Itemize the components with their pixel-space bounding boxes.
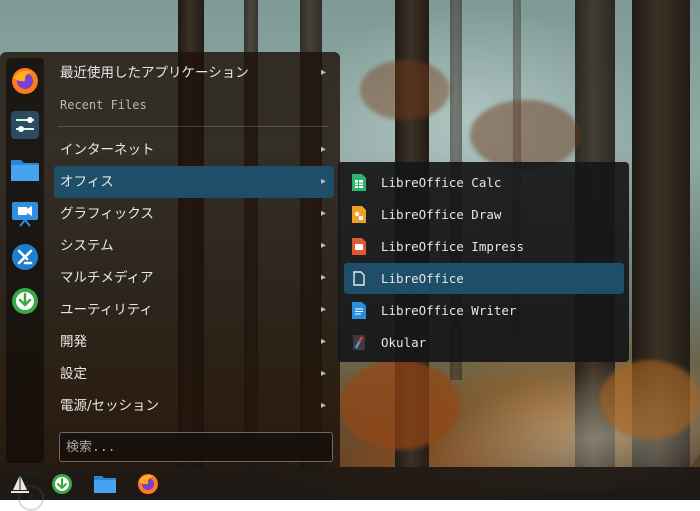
writer-icon <box>352 302 366 319</box>
submenu-item-writer[interactable]: LibreOffice Writer <box>344 295 624 326</box>
chevron-right-icon: ▸ <box>320 304 326 315</box>
presentation-icon[interactable] <box>10 198 40 228</box>
category-graphics[interactable]: グラフィックス ▸ <box>54 198 334 230</box>
category-power-session[interactable]: 電源/セッション ▸ <box>54 390 334 422</box>
update-icon[interactable] <box>50 472 74 496</box>
submenu-item-okular[interactable]: Okular <box>344 327 624 358</box>
category-label: オフィス <box>60 174 114 190</box>
submenu-item-label: LibreOffice Draw <box>381 207 502 222</box>
file-manager-icon[interactable] <box>93 472 117 496</box>
taskbar <box>0 467 700 500</box>
category-label: 最近使用したアプリケーション <box>60 65 249 81</box>
firefox-icon[interactable] <box>136 472 160 496</box>
chevron-right-icon: ▸ <box>320 67 326 78</box>
chevron-right-icon: ▸ <box>320 208 326 219</box>
update-icon[interactable] <box>10 286 40 316</box>
category-system[interactable]: システム ▸ <box>54 230 334 262</box>
submenu-item-label: Okular <box>381 335 427 350</box>
chevron-right-icon: ▸ <box>320 272 326 283</box>
calc-icon <box>352 174 366 191</box>
chevron-right-icon: ▸ <box>320 368 326 379</box>
recent-files-label[interactable]: Recent Files <box>60 98 147 112</box>
category-label: システム <box>60 238 114 254</box>
category-settings[interactable]: 設定 ▸ <box>54 358 334 390</box>
category-multimedia[interactable]: マルチメディア ▸ <box>54 262 334 294</box>
submenu-item-label: LibreOffice Calc <box>381 175 502 190</box>
category-label: インターネット <box>60 142 155 158</box>
submenu-item-label: LibreOffice Impress <box>381 239 524 254</box>
submenu-item-calc[interactable]: LibreOffice Calc <box>344 167 624 198</box>
settings-icon[interactable] <box>10 110 40 140</box>
category-office[interactable]: オフィス ▸ <box>54 166 334 198</box>
category-development[interactable]: 開発 ▸ <box>54 326 334 358</box>
menu-divider <box>58 126 328 127</box>
office-submenu: LibreOffice Calc LibreOffice Draw LibreO… <box>338 162 629 362</box>
submenu-item-label: LibreOffice Writer <box>381 303 517 318</box>
category-recent-apps[interactable]: 最近使用したアプリケーション ▸ <box>54 57 334 89</box>
chevron-right-icon: ▸ <box>320 336 326 347</box>
category-internet[interactable]: インターネット ▸ <box>54 134 334 166</box>
chevron-right-icon: ▸ <box>320 144 326 155</box>
favorites-bar: ‹ <box>6 58 46 511</box>
software-center-icon[interactable] <box>10 242 40 272</box>
chevron-right-icon: ▸ <box>320 240 326 251</box>
draw-icon <box>352 206 366 223</box>
firefox-icon[interactable] <box>10 66 40 96</box>
chevron-right-icon: ▸ <box>320 400 326 411</box>
file-manager-icon[interactable] <box>10 154 40 184</box>
category-label: 開発 <box>60 334 87 350</box>
libreoffice-icon <box>352 270 366 287</box>
submenu-item-impress[interactable]: LibreOffice Impress <box>344 231 624 262</box>
app-launcher-icon[interactable] <box>8 472 32 496</box>
submenu-item-libreoffice[interactable]: LibreOffice <box>344 263 624 294</box>
chevron-right-icon: ▸ <box>320 176 326 187</box>
submenu-item-label: LibreOffice <box>381 271 464 286</box>
category-label: マルチメディア <box>60 270 154 286</box>
category-label: 電源/セッション <box>60 398 160 414</box>
search-input[interactable] <box>59 432 333 462</box>
okular-icon <box>352 334 366 351</box>
application-menu: ‹ 最近使用したアプリケーション ▸ Recent Files インターネット … <box>0 52 340 511</box>
category-utilities[interactable]: ユーティリティ ▸ <box>54 294 334 326</box>
category-label: 設定 <box>60 366 87 382</box>
category-label: グラフィックス <box>60 206 154 222</box>
category-label: ユーティリティ <box>60 302 153 318</box>
impress-icon <box>352 238 366 255</box>
submenu-item-draw[interactable]: LibreOffice Draw <box>344 199 624 230</box>
